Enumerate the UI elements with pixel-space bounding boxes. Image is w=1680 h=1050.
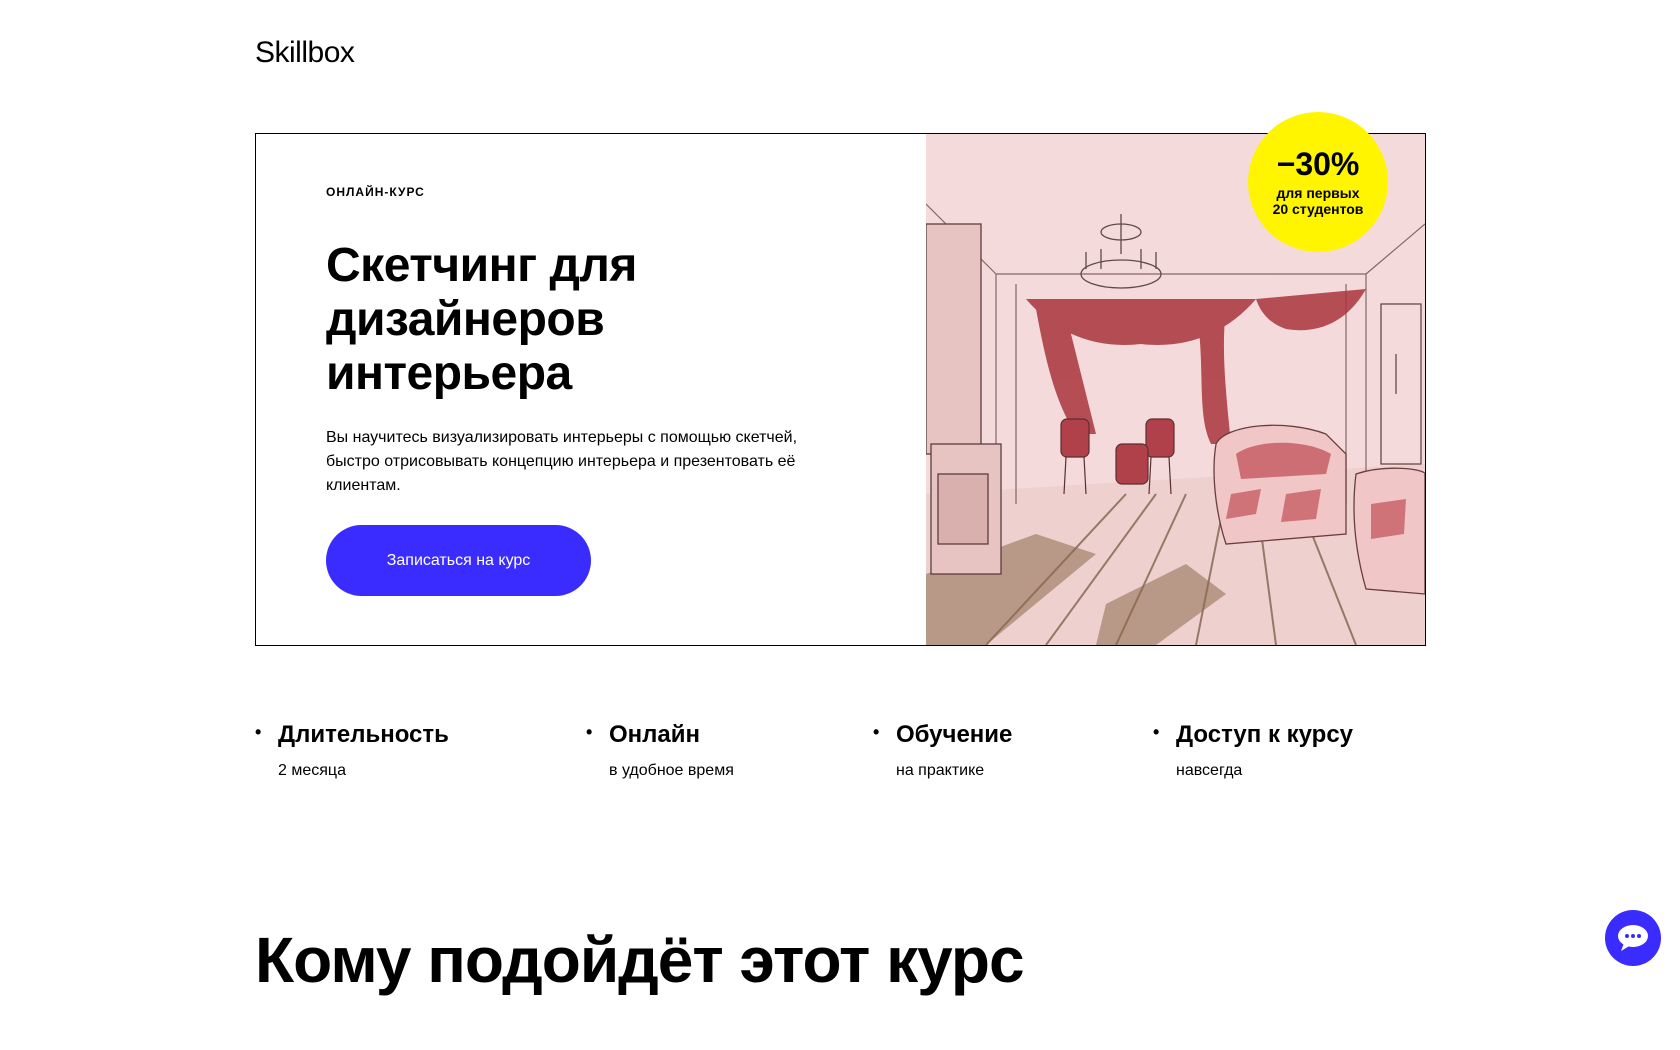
course-type-tag: ОНЛАЙН-КУРС [326,185,425,199]
feature-subtitle: в удобное время [609,762,734,779]
hero-card: ОНЛАЙН-КУРС Скетчинг для дизайнеров инте… [255,133,1426,646]
feature-subtitle: на практике [896,762,985,779]
bullet-icon: • [1153,722,1160,742]
feature-access: • Доступ к курсу навсегда [1153,720,1354,780]
course-description: Вы научитесь визуализировать интерьеры с… [326,429,798,494]
bullet-icon: • [873,722,880,742]
discount-badge: −30% для первых 20 студентов [1248,112,1388,252]
feature-duration: • Длительность 2 месяца [255,720,449,780]
feature-title: Обучение [896,721,1013,748]
feature-subtitle: 2 месяца [278,762,346,779]
feature-online: • Онлайн в удобное время [586,720,734,780]
skillbox-logo[interactable]: Skillbox [255,36,355,70]
discount-line-2: 20 студентов [1272,201,1364,217]
chat-icon [1618,925,1648,951]
enroll-button[interactable]: Записаться на курс [326,525,591,596]
bullet-icon: • [255,722,262,742]
course-title: Скетчинг для дизайнеров интерьера [326,239,637,400]
section-title: Кому подойдёт этот курс [255,924,1025,996]
feature-subtitle: навсегда [1176,762,1243,779]
chat-button[interactable] [1605,910,1661,966]
feature-title: Длительность [278,721,449,748]
feature-title: Онлайн [609,721,701,748]
discount-line-1: для первых [1276,185,1360,201]
discount-percent: −30% [1276,146,1360,182]
feature-practice: • Обучение на практике [873,720,1013,780]
hero-text-block: ОНЛАЙН-КУРС Скетчинг для дизайнеров инте… [256,134,926,645]
feature-title: Доступ к курсу [1176,721,1354,748]
course-features: • Длительность 2 месяца • Онлайн в удобн… [255,720,1426,810]
bullet-icon: • [586,722,593,742]
